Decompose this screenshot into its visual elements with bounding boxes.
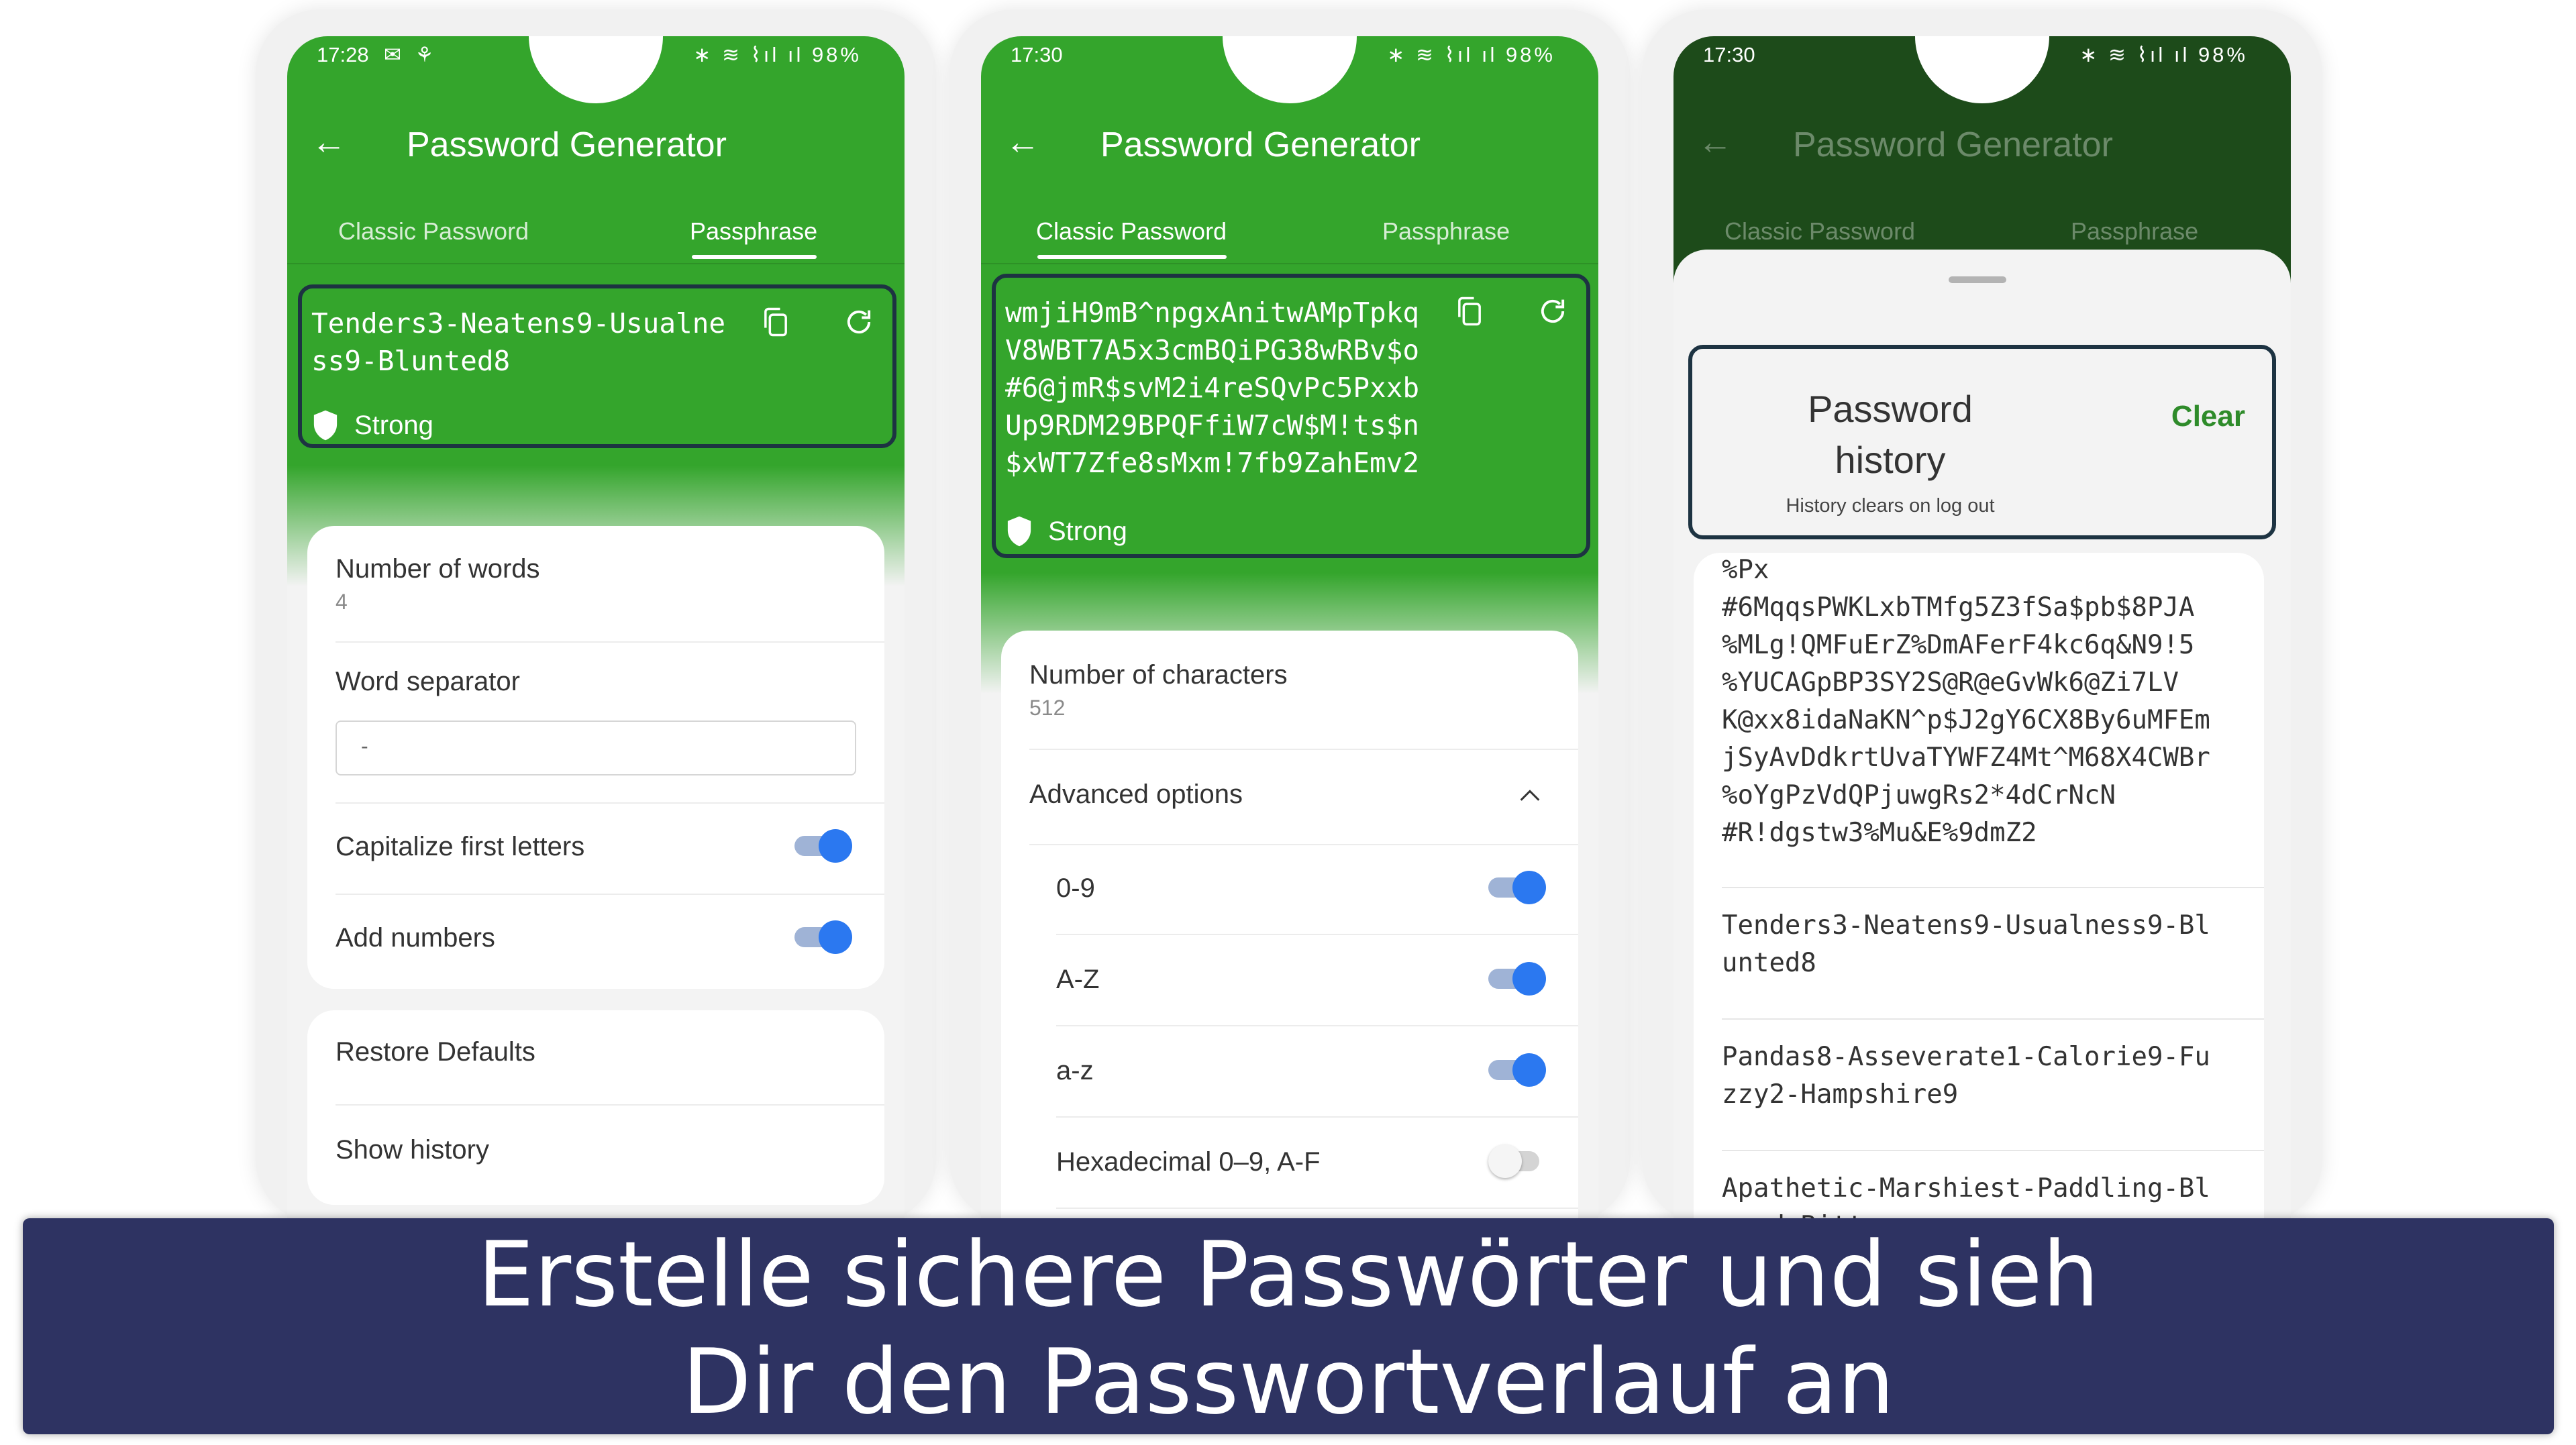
add-numbers-toggle[interactable] xyxy=(794,919,852,954)
refresh-icon[interactable] xyxy=(1535,294,1570,329)
strength-label: Strong xyxy=(1048,516,1127,546)
tab-bar: Classic Password Passphrase xyxy=(287,208,905,262)
notification-icons: ✉ ⚘ xyxy=(384,43,438,66)
status-time: 17:28 xyxy=(317,43,369,66)
word-separator-label: Word separator xyxy=(336,667,520,696)
number-of-characters-row[interactable]: Number of characters 512 xyxy=(1029,660,1550,720)
caption-line-1: Erstelle sichere Passwörter und sieh xyxy=(477,1222,2100,1327)
advanced-options-header[interactable]: Advanced options xyxy=(1029,780,1550,810)
app-title: Password Generator xyxy=(1100,125,1421,164)
generated-password-box: Tenders3-Neatens9-Usualne ss9-Blunted8 S… xyxy=(298,284,896,448)
caption-line-2: Dir den Passwortverlauf an xyxy=(682,1330,1895,1434)
history-subtitle: History clears on log out xyxy=(1786,495,1995,517)
active-tab-indicator xyxy=(692,255,817,259)
generated-password[interactable]: Tenders3-Neatens9-Usualne ss9-Blunted8 xyxy=(311,305,725,380)
strength-indicator: Strong xyxy=(1005,515,1127,547)
phone-screen-password-history: 17:30 ∗ ≋ ⌇ıl ıl 98% ← Password Generato… xyxy=(1673,36,2291,1224)
tab-passphrase: Passphrase xyxy=(2071,217,2199,245)
strength-label: Strong xyxy=(354,410,433,440)
number-of-words-row[interactable]: Number of words 4 xyxy=(336,554,856,614)
tab-classic-password: Classic Password xyxy=(1724,217,1916,245)
app-bar: ← Password Generator xyxy=(1673,117,2291,191)
option-lowercase-row: a-z xyxy=(1056,1056,1094,1085)
copy-icon[interactable] xyxy=(758,305,793,339)
tab-classic-password[interactable]: Classic Password xyxy=(1036,217,1227,246)
strength-indicator: Strong xyxy=(311,409,433,441)
copy-icon[interactable] xyxy=(1452,294,1487,329)
active-tab-indicator xyxy=(1037,255,1227,259)
capitalize-toggle[interactable] xyxy=(794,828,852,863)
passphrase-settings-card: Number of words 4 Word separator - Capit… xyxy=(307,526,884,989)
option-uppercase-row: A-Z xyxy=(1056,965,1100,994)
generated-password[interactable]: wmjiH9mB^npgxAnitwAMpTpkq V8WBT7A5x3cmBQ… xyxy=(1005,294,1419,482)
option-hexadecimal-toggle[interactable] xyxy=(1488,1143,1546,1178)
app-title: Password Generator xyxy=(407,125,727,164)
number-of-words-value: 4 xyxy=(336,590,348,614)
tab-passphrase[interactable]: Passphrase xyxy=(690,217,817,246)
option-digits-row: 0-9 xyxy=(1056,873,1095,903)
add-numbers-label: Add numbers xyxy=(336,923,495,953)
generated-password-box: wmjiH9mB^npgxAnitwAMpTpkq V8WBT7A5x3cmBQ… xyxy=(992,274,1590,558)
option-hexadecimal-row: Hexadecimal 0–9, A-F xyxy=(1056,1147,1321,1177)
capitalize-row: Capitalize first letters xyxy=(336,832,856,862)
option-lowercase-toggle[interactable] xyxy=(1488,1052,1546,1087)
history-item[interactable]: Pandas8-Asseverate1-Calorie9-Fu zzy2-Ham… xyxy=(1722,1038,2264,1114)
system-status-icons: ∗ ≋ ⌇ıl ıl 98% xyxy=(1387,43,1555,66)
history-header: Password history Clear History clears on… xyxy=(1688,345,2276,539)
phone-screen-classic-password: 17:30 ∗ ≋ ⌇ıl ıl 98% ← Password Generato… xyxy=(981,36,1598,1224)
app-bar: ← Password Generator xyxy=(287,117,905,191)
tab-passphrase[interactable]: Passphrase xyxy=(1382,217,1510,246)
history-item[interactable]: %Px #6MqqsPWKLxbTMfg5Z3fSa$pb$8PJA %MLg!… xyxy=(1722,553,2264,852)
chevron-up-icon[interactable] xyxy=(1516,782,1543,809)
history-bottom-sheet: Password history Clear History clears on… xyxy=(1673,250,2291,1224)
phone-screen-passphrase: 17:28 ✉ ⚘ ∗ ≋ ⌇ıl ıl 98% ← Password Gene… xyxy=(287,36,905,1224)
actions-card: Restore Defaults Show history xyxy=(307,1010,884,1205)
history-title: Password history xyxy=(1808,388,1973,481)
option-uppercase-toggle[interactable] xyxy=(1488,961,1546,996)
status-time: 17:30 xyxy=(1011,43,1063,66)
arrow-left-icon[interactable]: ← xyxy=(1005,125,1040,160)
system-status-icons: ∗ ≋ ⌇ıl ıl 98% xyxy=(693,43,862,66)
history-list: %Px #6MqqsPWKLxbTMfg5Z3fSa$pb$8PJA %MLg!… xyxy=(1694,553,2264,1224)
refresh-icon[interactable] xyxy=(841,305,876,339)
option-digits-toggle[interactable] xyxy=(1488,869,1546,904)
number-of-characters-value: 512 xyxy=(1029,696,1066,720)
classic-settings-card: Number of characters 512 Advanced option… xyxy=(1001,631,1578,1224)
number-of-words-label: Number of words xyxy=(336,554,540,584)
app-bar: ← Password Generator xyxy=(981,117,1598,191)
tab-bar: Classic Password Passphrase xyxy=(981,208,1598,262)
history-item[interactable]: Tenders3-Neatens9-Usualness9-Bl unted8 xyxy=(1722,907,2264,982)
shield-icon xyxy=(1007,516,1031,547)
tab-classic-password[interactable]: Classic Password xyxy=(338,217,529,246)
app-title: Password Generator xyxy=(1793,125,2113,164)
arrow-left-icon[interactable]: ← xyxy=(311,125,346,160)
arrow-left-icon: ← xyxy=(1698,123,1733,162)
drag-handle[interactable] xyxy=(1949,276,2006,283)
clear-history-button[interactable]: Clear xyxy=(2171,400,2245,433)
capitalize-label: Capitalize first letters xyxy=(336,832,585,861)
number-of-characters-label: Number of characters xyxy=(1029,660,1288,690)
shield-icon xyxy=(313,410,338,441)
restore-defaults-button[interactable]: Restore Defaults xyxy=(336,1037,856,1067)
history-item[interactable]: Apathetic-Marshiest-Paddling-Bl azed-Bit… xyxy=(1722,1170,2264,1224)
caption-banner: Erstelle sichere Passwörter und sieh Dir… xyxy=(23,1218,2554,1434)
system-status-icons: ∗ ≋ ⌇ıl ıl 98% xyxy=(2079,43,2248,66)
word-separator-input[interactable]: - xyxy=(336,720,856,775)
show-history-button[interactable]: Show history xyxy=(336,1135,856,1165)
add-numbers-row: Add numbers xyxy=(336,923,856,953)
status-time: 17:30 xyxy=(1703,43,1755,66)
